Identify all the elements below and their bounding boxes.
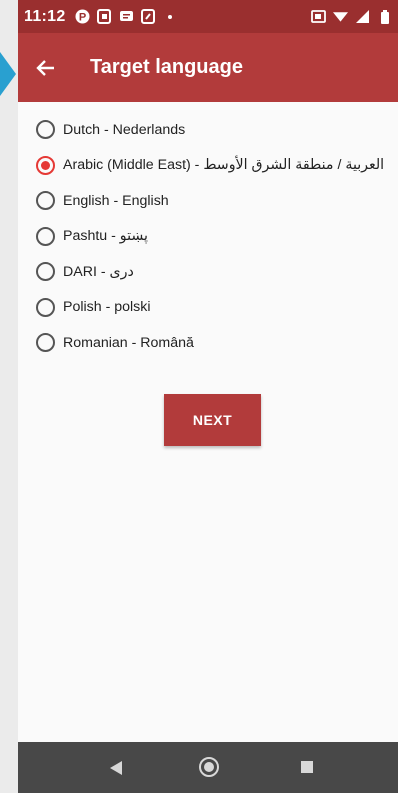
radio-button[interactable] bbox=[36, 191, 55, 211]
page-title: Target language bbox=[90, 56, 243, 78]
message-icon bbox=[119, 9, 134, 24]
cast-icon bbox=[311, 9, 326, 24]
home-icon[interactable] bbox=[198, 756, 220, 778]
radio-button[interactable] bbox=[36, 262, 55, 282]
app-icon bbox=[97, 9, 112, 24]
language-label: Dutch - Nederlands bbox=[63, 121, 186, 138]
navigation-bar bbox=[18, 742, 398, 793]
notification-icons: P bbox=[75, 9, 178, 24]
language-label: English - English bbox=[63, 192, 169, 209]
status-time: 11:12 bbox=[24, 7, 66, 25]
radio-button[interactable] bbox=[36, 333, 55, 353]
language-option-polish[interactable]: Polish - polski bbox=[36, 290, 396, 326]
app-bar: Target language bbox=[18, 33, 398, 102]
app-icon bbox=[141, 9, 156, 24]
language-list: Dutch - Nederlands Arabic (Middle East) … bbox=[36, 112, 396, 361]
dot-icon bbox=[163, 9, 178, 24]
pinterest-icon: P bbox=[75, 9, 90, 24]
system-status-icons bbox=[311, 9, 392, 24]
back-arrow-icon[interactable] bbox=[32, 55, 58, 81]
language-option-dari[interactable]: DARI - دری bbox=[36, 254, 396, 290]
edge-panel-handle[interactable] bbox=[0, 52, 16, 96]
status-bar: 11:12 P bbox=[18, 0, 398, 33]
radio-selected-dot bbox=[41, 160, 50, 170]
signal-icon bbox=[355, 9, 370, 24]
language-label: Romanian - Română bbox=[63, 334, 194, 351]
language-option-romanian[interactable]: Romanian - Română bbox=[36, 325, 396, 361]
phone-screen: 11:12 P Target language Dutch - Nederlan… bbox=[18, 0, 398, 793]
battery-icon bbox=[377, 9, 392, 24]
language-option-dutch[interactable]: Dutch - Nederlands bbox=[36, 112, 396, 148]
wifi-icon bbox=[333, 9, 348, 24]
radio-button[interactable] bbox=[36, 226, 55, 246]
language-label: Arabic (Middle East) - العربية / منطقة ا… bbox=[63, 157, 385, 174]
language-option-pashtu[interactable]: Pashtu - پښتو bbox=[36, 219, 396, 255]
radio-button-selected[interactable] bbox=[36, 155, 55, 175]
next-button[interactable]: NEXT bbox=[164, 394, 261, 446]
language-option-arabic[interactable]: Arabic (Middle East) - العربية / منطقة ا… bbox=[36, 148, 396, 184]
language-label: Pashtu - پښتو bbox=[63, 228, 148, 245]
language-label: DARI - دری bbox=[63, 263, 134, 280]
back-icon[interactable] bbox=[106, 758, 126, 778]
language-label: Polish - polski bbox=[63, 299, 151, 316]
radio-button[interactable] bbox=[36, 120, 55, 140]
recents-icon[interactable] bbox=[298, 758, 316, 776]
svg-text:P: P bbox=[78, 12, 85, 24]
radio-button[interactable] bbox=[36, 297, 55, 317]
language-option-english[interactable]: English - English bbox=[36, 183, 396, 219]
